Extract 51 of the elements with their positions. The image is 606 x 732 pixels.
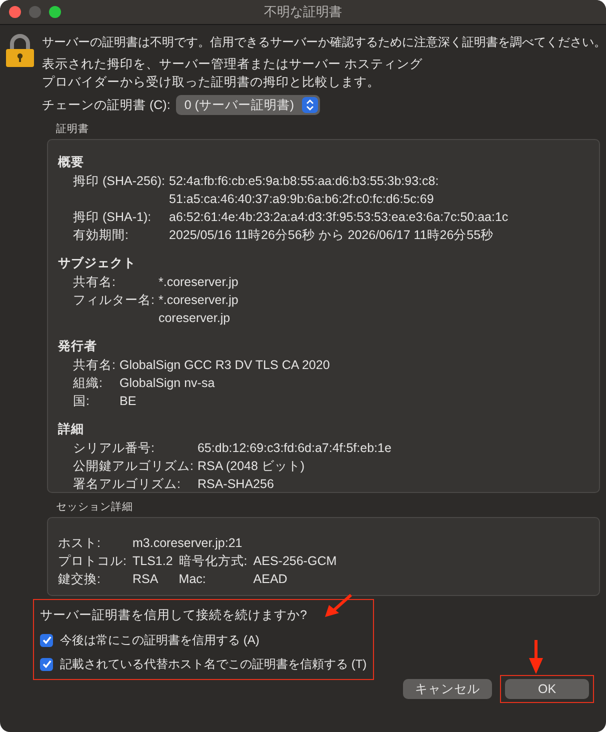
section-heading: 概要 [58, 154, 85, 171]
field-value: GlobalSign GCC R3 DV TLS CA 2020 [119, 357, 330, 374]
ok-button[interactable]: OK [505, 679, 589, 699]
group-label: 証明書 [56, 122, 90, 136]
checkbox-label[interactable]: 記載されている代替ホスト名でこの証明書を信頼する (T) [60, 656, 367, 672]
window-title: 不明な証明書 [264, 3, 342, 21]
group-label: セッション詳細 [56, 500, 134, 514]
field-value: coreserver.jp [158, 310, 232, 327]
field-label: 署名アルゴリズム: [73, 476, 182, 493]
instruction-text: プロバイダーから受け取った証明書の拇印と比較します。 [42, 74, 381, 91]
instruction-text: 表示された拇印を、サーバー管理者またはサーバー ホスティング [42, 56, 424, 73]
field-label: 共有名: [73, 274, 116, 291]
field-label: Mac: [178, 571, 207, 588]
field-value: 51:a5:ca:46:40:37:a9:9b:6a:b6:2f:c0:fc:d6:5c:69 [169, 191, 435, 208]
warning-message: サーバーの証明書は不明です。信用できるサーバーか確認するために注意深く証明書を調べてください。 [42, 34, 606, 51]
question-text: サーバー証明書を信用して接続を続けますか? [40, 607, 308, 624]
field-value: TLS1.2 [132, 553, 173, 570]
field-label: シリアル番号: [73, 440, 156, 457]
field-value: RSA (2048 ビット) [197, 458, 306, 475]
field-value: RSA [132, 571, 160, 588]
field-label: 有効期間: [73, 227, 130, 244]
section-heading: 詳細 [58, 421, 85, 438]
field-value: m3.coreserver.jp:21 [132, 535, 244, 552]
field-value: 65:db:12:69:c3:fd:6d:a7:4f:5f:eb:1e [197, 440, 392, 457]
field-value: GlobalSign nv-sa [119, 375, 216, 392]
field-value: *.coreserver.jp [158, 274, 238, 291]
field-value: 52:4a:fb:f6:cb:e5:9a:b8:55:aa:d6:b3:55:3b:93:c8: [169, 173, 440, 190]
field-label: 国: [73, 393, 90, 410]
field-label: プロトコル: [58, 553, 126, 570]
field-label: 鍵交換: [58, 571, 102, 588]
field-label: 拇印 (SHA-256): [73, 173, 165, 190]
field-label: 共有名: [73, 357, 116, 374]
field-value: BE [119, 393, 138, 410]
cancel-button[interactable]: キャンセル [403, 679, 492, 699]
field-value: *.coreserver.jp [158, 292, 238, 309]
field-label: 拇印 (SHA-1): [73, 209, 152, 226]
field-label: ホスト: [58, 535, 102, 552]
field-label: フィルター名: [73, 292, 154, 309]
field-value: RSA-SHA256 [197, 476, 275, 493]
checkbox-label[interactable]: 今後は常にこの証明書を信用する (A) [60, 632, 260, 648]
field-value: 2025/05/16 11時26分56秒 から 2026/06/17 11時26分55秒 [169, 227, 495, 244]
certificate-dropdown[interactable]: 0 (サーバー証明書) [176, 95, 320, 115]
field-label: 暗号化方式: [178, 553, 248, 570]
section-heading: 発行者 [58, 338, 98, 355]
field-value: a6:52:61:4e:4b:23:2a:a4:d3:3f:95:53:53:ea:e3:6a:7c:50:aa:1c [169, 209, 508, 226]
field-label: 組織: [73, 375, 104, 392]
section-heading: サブジェクト [58, 255, 137, 272]
field-label: 公開鍵アルゴリズム: [73, 458, 194, 475]
field-value: AES-256-GCM [253, 553, 337, 570]
chain-label: チェーンの証明書 (C): [42, 96, 170, 114]
field-value: AEAD [253, 571, 288, 588]
